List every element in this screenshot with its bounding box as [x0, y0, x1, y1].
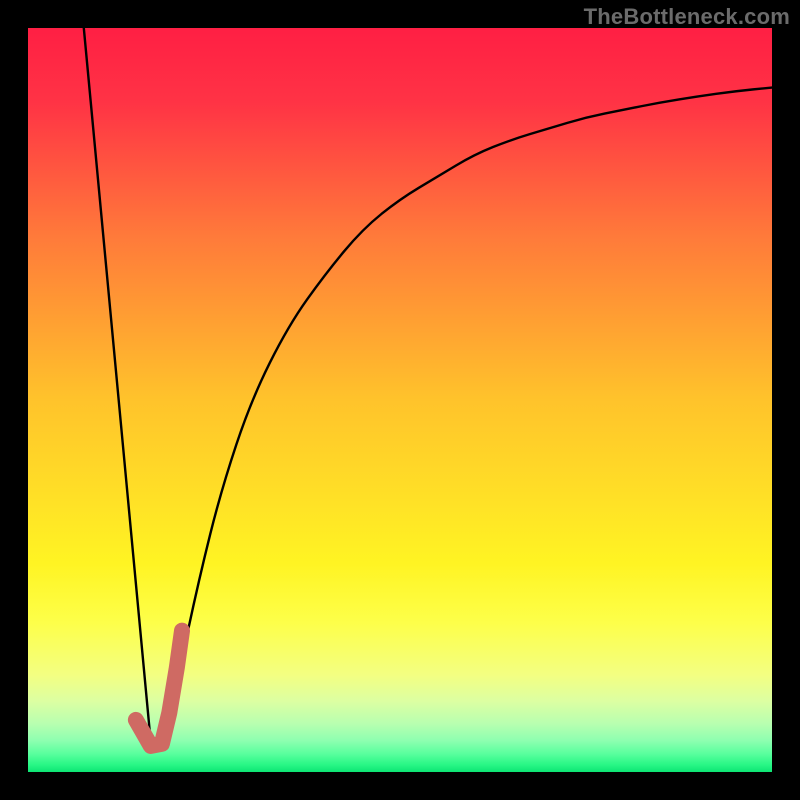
plot-area — [28, 28, 772, 772]
chart-frame: TheBottleneck.com — [0, 0, 800, 800]
gradient-background — [28, 28, 772, 772]
chart-canvas — [28, 28, 772, 772]
attribution-text: TheBottleneck.com — [584, 4, 790, 30]
